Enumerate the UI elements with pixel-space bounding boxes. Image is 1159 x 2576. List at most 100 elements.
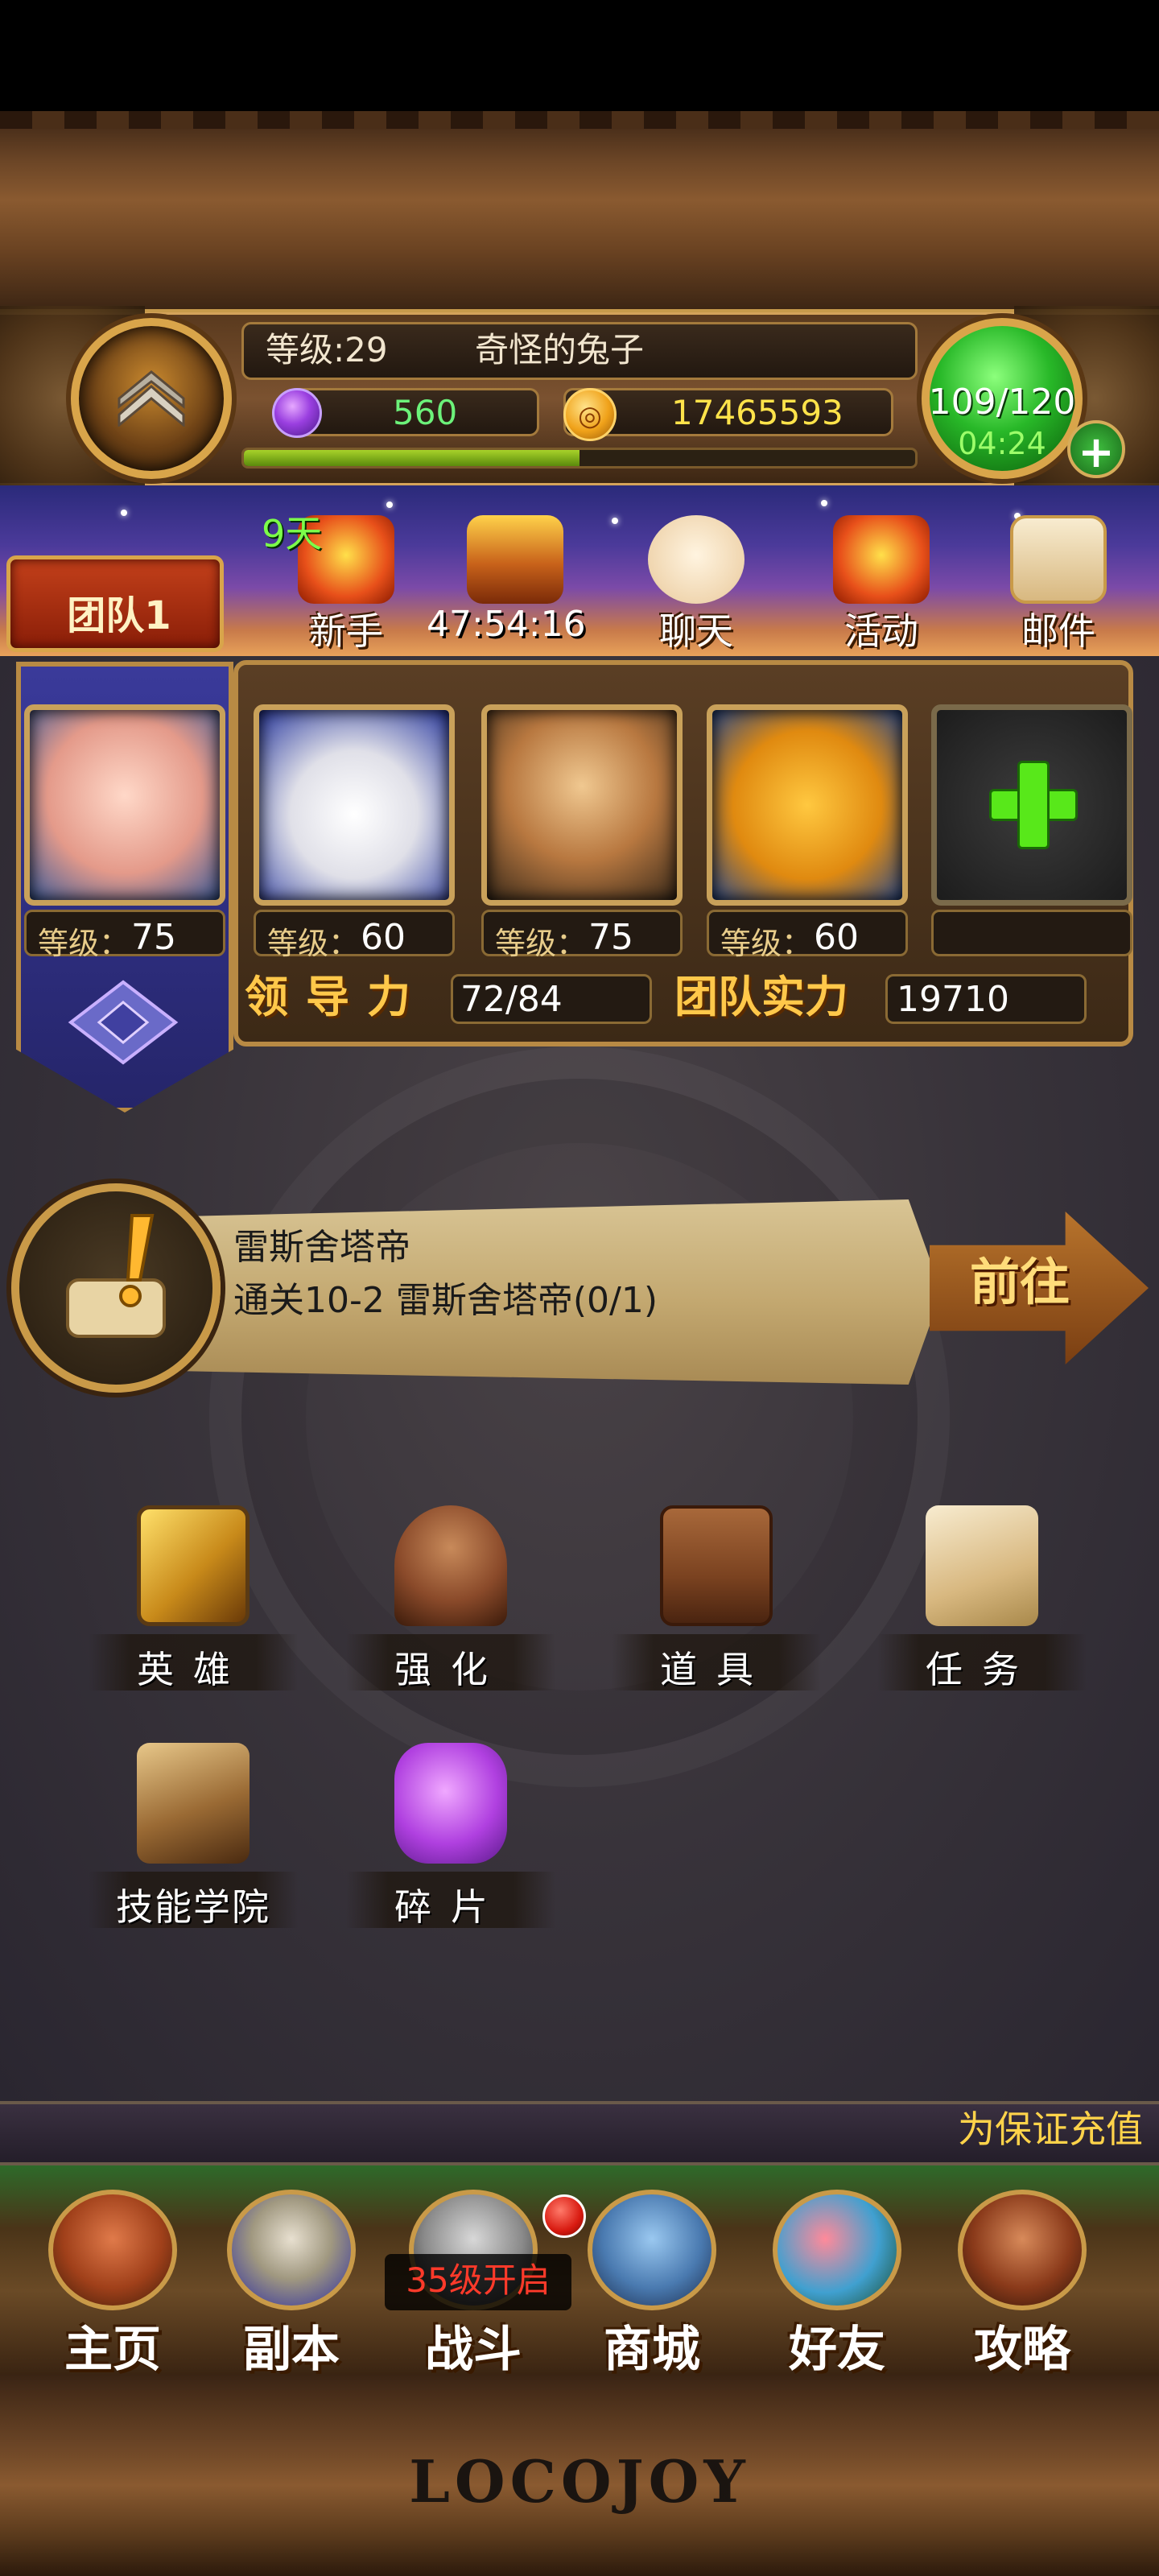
skill-book-icon xyxy=(137,1743,250,1864)
brand-logo: LOCOJOY xyxy=(409,2447,750,2516)
friends-icon xyxy=(773,2190,901,2310)
stamina-timer: 04:24 xyxy=(958,426,1046,461)
function-fragments-label: 碎片 xyxy=(394,1885,507,1929)
experience-fill xyxy=(244,450,580,466)
mail-scroll-icon xyxy=(1010,515,1107,604)
nav-home[interactable]: 主页 xyxy=(24,2190,201,2378)
hero-level-box: 等级： 60 xyxy=(707,910,908,961)
menu-mail-label: 邮件 xyxy=(1021,609,1095,653)
function-hero[interactable]: 英雄 xyxy=(89,1505,298,1715)
function-items[interactable]: 道具 xyxy=(612,1505,821,1715)
nav-home-label: 主页 xyxy=(64,2322,161,2378)
marquee-text: 为保证充值 xyxy=(958,2107,1143,2151)
background-emblem xyxy=(209,1046,950,1787)
status-bar xyxy=(0,0,1159,111)
top-frame-decoration xyxy=(0,111,1159,312)
leadership-value: 72/84 xyxy=(460,979,563,1020)
function-enhance-label: 强化 xyxy=(394,1648,507,1691)
rank-chevron-icon xyxy=(118,370,185,427)
function-skill-academy[interactable]: 技能学院 xyxy=(89,1743,298,1952)
function-quests-label: 任务 xyxy=(926,1648,1038,1691)
function-quests[interactable]: 任务 xyxy=(877,1505,1087,1715)
empty-level-box xyxy=(931,910,1132,956)
frog-hero-portrait xyxy=(736,734,881,879)
function-hero-label: 英雄 xyxy=(137,1648,250,1691)
hero-slot-4[interactable] xyxy=(707,704,908,906)
go-button-label: 前往 xyxy=(970,1253,1070,1311)
backpack-icon xyxy=(660,1505,773,1626)
star-decoration xyxy=(121,510,127,516)
hero-level-box: 等级： 60 xyxy=(254,910,455,961)
stamina-value: 109/120 xyxy=(928,382,1076,423)
gift-box-icon xyxy=(833,515,930,604)
chest-timer: 47:54:16 xyxy=(427,604,586,645)
team-label: 团队1 xyxy=(67,593,171,638)
menu-events[interactable]: 活动 xyxy=(801,499,962,653)
nav-shop[interactable]: 商城 xyxy=(563,2190,740,2378)
experience-bar xyxy=(241,448,918,469)
function-skill-academy-label: 技能学院 xyxy=(116,1885,270,1929)
menu-events-label: 活动 xyxy=(844,609,918,653)
hero-level-label: 等级： xyxy=(267,926,360,961)
team-emblem-icon xyxy=(68,980,179,1065)
nav-shop-label: 商城 xyxy=(604,2322,700,2378)
nav-friends-label: 好友 xyxy=(789,2322,885,2378)
pig-hero-portrait xyxy=(54,734,199,879)
hero-level-value: 75 xyxy=(131,917,176,958)
monster-shop-icon xyxy=(588,2190,716,2310)
function-enhance[interactable]: 强化 xyxy=(346,1505,555,1715)
menu-newbie-label: 新手 xyxy=(309,609,383,653)
gold-coin-icon: ◎ xyxy=(563,388,617,441)
menu-mail[interactable]: 邮件 xyxy=(978,499,1139,653)
quest-description: 通关10-2 雷斯舍塔帝(0/1) xyxy=(233,1280,658,1321)
hero-level-label: 等级： xyxy=(495,926,588,961)
team-selector-button[interactable]: 团队1 xyxy=(6,555,224,652)
nav-friends[interactable]: 好友 xyxy=(749,2190,926,2378)
hero-level-value: 75 xyxy=(588,917,633,958)
hero-level-value: 60 xyxy=(361,917,406,958)
player-name: 奇怪的兔子 xyxy=(475,330,645,369)
ghost-hero-portrait xyxy=(283,734,428,879)
menu-chat[interactable]: 聊天 xyxy=(616,499,777,653)
team-power-value: 19710 xyxy=(897,979,1009,1020)
gem-count: 560 xyxy=(393,393,458,432)
guide-book-icon xyxy=(958,2190,1087,2310)
hero-level-label: 等级： xyxy=(38,926,130,961)
hero-slot-1[interactable] xyxy=(24,704,225,906)
gem-icon xyxy=(272,388,322,438)
anvil-icon xyxy=(394,1505,507,1626)
skull-icon xyxy=(227,2190,356,2310)
team-power-label: 团队实力 xyxy=(674,972,848,1022)
hero-slot-3[interactable] xyxy=(481,704,683,906)
quest-scroll-icon xyxy=(926,1505,1038,1626)
function-items-label: 道具 xyxy=(660,1648,773,1691)
chat-bubble-icon xyxy=(648,515,744,604)
puzzle-piece-icon xyxy=(394,1743,507,1864)
newbie-days-badge: 9天 xyxy=(262,512,323,555)
treasure-chest-icon xyxy=(467,515,563,604)
house-icon xyxy=(48,2190,177,2310)
leadership-label: 领导力 xyxy=(245,972,428,1022)
plus-icon xyxy=(1017,761,1050,849)
hero-card-icon xyxy=(137,1505,250,1626)
player-level: 等级:29 xyxy=(266,330,388,369)
nav-battle-label: 战斗 xyxy=(425,2322,522,2378)
hero-level-value: 60 xyxy=(814,917,859,958)
hero-slot-2[interactable] xyxy=(254,704,455,906)
function-fragments[interactable]: 碎片 xyxy=(346,1743,555,1952)
menu-chat-label: 聊天 xyxy=(659,609,733,653)
quest-title: 雷斯舍塔帝 xyxy=(233,1227,410,1268)
hero-level-label: 等级： xyxy=(720,926,813,961)
nav-guide[interactable]: 攻略 xyxy=(934,2190,1111,2378)
nav-guide-label: 攻略 xyxy=(974,2322,1070,2378)
hero-level-box: 等级： 75 xyxy=(24,910,225,961)
add-hero-slot[interactable] xyxy=(931,704,1132,906)
quest-scroll-icon[interactable] xyxy=(11,1183,221,1393)
battle-lock-text: 35级开启 xyxy=(406,2260,551,2300)
add-stamina-button[interactable]: + xyxy=(1067,420,1125,478)
gold-count: 17465593 xyxy=(671,393,843,432)
nav-dungeon-label: 副本 xyxy=(243,2322,340,2378)
exclamation-icon xyxy=(66,1214,166,1338)
monk-hero-portrait xyxy=(511,734,656,879)
nav-dungeon[interactable]: 副本 xyxy=(203,2190,380,2378)
